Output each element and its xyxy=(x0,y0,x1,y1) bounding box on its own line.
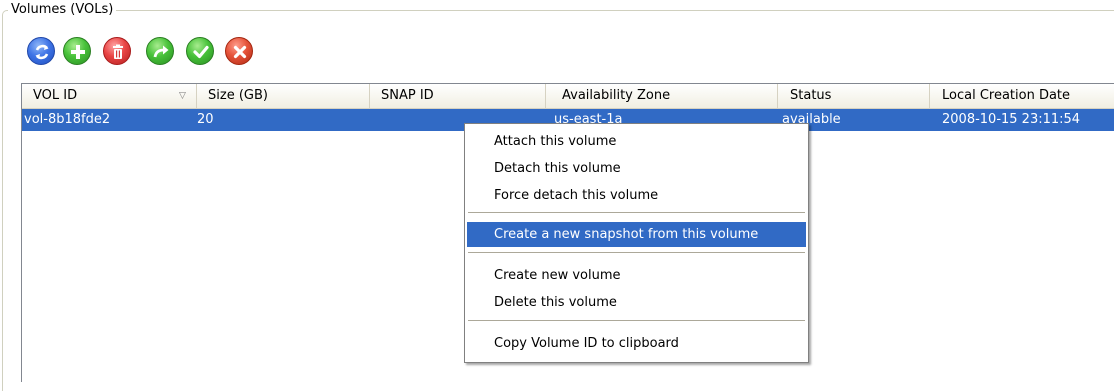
menu-item-create-volume[interactable]: Create new volume xyxy=(467,263,806,288)
refresh-button[interactable] xyxy=(27,37,55,65)
table-header: VOL ID ▽ Size (GB) SNAP ID Availability … xyxy=(22,84,1114,109)
col-header-snap-id[interactable]: SNAP ID xyxy=(370,84,546,108)
add-button[interactable] xyxy=(63,37,91,65)
col-header-size[interactable]: Size (GB) xyxy=(197,84,370,108)
cancel-icon xyxy=(233,45,247,59)
menu-item-copy-volume-id[interactable]: Copy Volume ID to clipboard xyxy=(467,331,806,356)
cell-size: 20 xyxy=(197,112,214,127)
refresh-icon xyxy=(35,44,49,60)
menu-item-attach-volume[interactable]: Attach this volume xyxy=(467,129,806,154)
add-icon xyxy=(71,45,85,59)
delete-button[interactable] xyxy=(103,37,131,65)
menu-separator xyxy=(468,252,805,254)
context-menu: Attach this volume Detach this volume Fo… xyxy=(464,123,809,363)
cell-vol-id: vol-8b18fde2 xyxy=(24,112,111,127)
col-header-label: Status xyxy=(790,88,832,103)
forward-arrow-icon xyxy=(153,45,169,58)
col-header-availability-zone[interactable]: Availability Zone xyxy=(546,84,778,108)
sort-desc-icon: ▽ xyxy=(179,91,186,101)
col-header-creation-date[interactable]: Local Creation Date xyxy=(930,84,1114,108)
checkmark-icon xyxy=(193,45,209,59)
menu-item-delete-volume[interactable]: Delete this volume xyxy=(467,290,806,315)
menu-item-force-detach-volume[interactable]: Force detach this volume xyxy=(467,183,806,208)
trash-icon xyxy=(113,44,123,59)
menu-item-create-snapshot[interactable]: Create a new snapshot from this volume xyxy=(467,222,806,247)
menu-separator xyxy=(468,212,805,214)
col-header-vol-id[interactable]: VOL ID ▽ xyxy=(22,84,197,108)
cancel-button[interactable] xyxy=(225,37,253,65)
col-header-status[interactable]: Status xyxy=(778,84,930,108)
menu-separator xyxy=(468,320,805,322)
ok-button[interactable] xyxy=(186,37,214,65)
col-header-label: SNAP ID xyxy=(381,88,434,103)
group-title: Volumes (VOLs) xyxy=(8,2,117,18)
forward-button[interactable] xyxy=(146,37,174,65)
cell-creation-date: 2008-10-15 23:11:54 xyxy=(942,112,1081,127)
col-header-label: VOL ID xyxy=(33,88,78,103)
col-header-label: Local Creation Date xyxy=(942,88,1071,103)
menu-item-detach-volume[interactable]: Detach this volume xyxy=(467,156,806,181)
col-header-label: Availability Zone xyxy=(562,88,671,103)
col-header-label: Size (GB) xyxy=(208,88,268,103)
